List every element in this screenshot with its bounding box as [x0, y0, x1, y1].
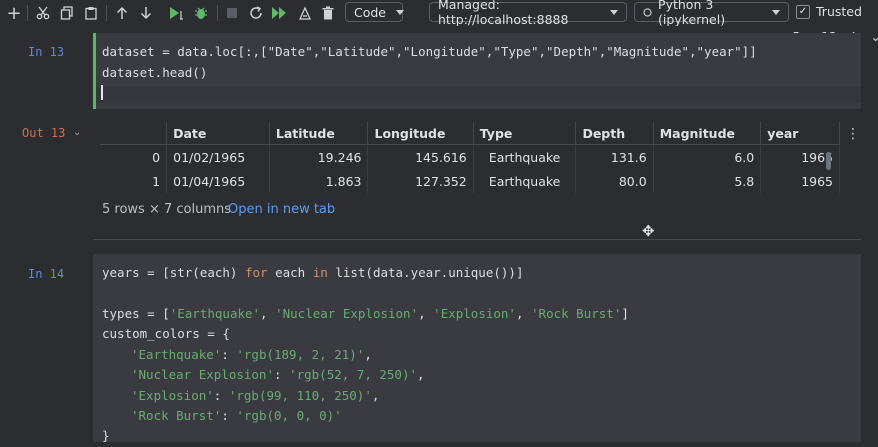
table-cell: 19.246 [269, 144, 369, 169]
code-line: dataset.head() [102, 65, 208, 80]
cell-14-in-prompt: In 14 [28, 267, 65, 281]
dataframe-table: Date Latitude Longitude Type Depth Magnitude y… [100, 122, 840, 193]
table-cell: 0 [100, 144, 168, 169]
table-cell: Earthquake [473, 169, 577, 193]
cut-icon[interactable] [35, 3, 51, 23]
column-header[interactable]: Latitude [269, 122, 369, 145]
more-options-icon[interactable]: ⋮ [846, 127, 860, 141]
kernel-value: Python 3 (ipykernel) [658, 0, 726, 27]
table-row: 1 01/04/1965 1.863 127.352 Earthquake 80.0 5.8… [100, 169, 840, 193]
notebook-toolbar: + Code Managed: http://localhost:8888 Py… [0, 0, 878, 27]
stop-icon[interactable] [225, 3, 239, 23]
dataframe-summary: 5 rows × 7 columns [102, 202, 232, 217]
run-all-icon[interactable] [271, 3, 289, 23]
column-header[interactable]: Date [166, 122, 270, 145]
code-line: 'Earthquake': 'rgb(189, 2, 21)', [131, 347, 372, 362]
table-row: 0 01/02/1965 19.246 145.616 Earthquake 131.6 6… [100, 144, 840, 169]
table-cell: 145.616 [367, 144, 474, 169]
column-header[interactable]: year [760, 122, 840, 145]
chevron-down-icon[interactable]: ⌄ [871, 30, 878, 44]
code-line: 'Explosion': 'rgb(99, 110, 250)', [131, 388, 380, 403]
cell-type-dropdown[interactable]: Code [345, 2, 405, 22]
column-header[interactable]: Longitude [367, 122, 474, 145]
code-line: 'Rock Burst': 'rgb(0, 0, 0)' [131, 408, 342, 423]
code-line: } [102, 428, 110, 443]
chevron-down-icon [396, 9, 405, 15]
chevron-down-icon [610, 9, 618, 15]
code-line: types = ['Earthquake', 'Nuclear Explosio… [102, 306, 629, 321]
column-header[interactable] [100, 122, 168, 145]
table-cell: 80.0 [575, 169, 654, 193]
clear-outputs-icon[interactable] [297, 3, 313, 23]
table-cell: 1.863 [269, 169, 369, 193]
column-header[interactable]: Depth [575, 122, 654, 145]
copy-icon[interactable] [59, 3, 75, 23]
toolbar-separator [27, 5, 28, 21]
code-line: years = [str(each) for each in list(data… [102, 265, 524, 280]
table-cell: 131.6 [575, 144, 654, 169]
cell-13-current-line [93, 87, 861, 103]
paste-icon[interactable] [83, 3, 99, 23]
table-cell: 01/04/1965 [166, 169, 270, 193]
code-line: 'Nuclear Explosion': 'rgb(52, 7, 250)', [131, 367, 425, 382]
trusted-label: Trusted [816, 4, 862, 19]
debug-icon[interactable] [193, 3, 209, 23]
table-cell: 5.8 [653, 169, 762, 193]
table-cell: Earthquake [473, 144, 577, 169]
chevron-down-icon [772, 9, 780, 15]
cell-type-value: Code [354, 4, 387, 20]
kernel-dropdown[interactable]: Python 3 (ipykernel) [634, 0, 789, 27]
trusted-toggle[interactable]: ✓ Trusted [796, 4, 862, 19]
cell-13-in-prompt: In 13 [28, 45, 65, 59]
active-cell-indicator [93, 33, 96, 109]
output-divider [93, 239, 861, 240]
table-cell: 01/02/1965 [166, 144, 270, 169]
jupyter-server-dropdown[interactable]: Managed: http://localhost:8888 [429, 0, 627, 27]
code-line: dataset = data.loc[:,["Date","Latitude",… [102, 44, 757, 59]
toolbar-separator [106, 5, 107, 21]
toolbar-separator [217, 5, 218, 21]
table-cell: 1 [100, 169, 168, 193]
text-cursor [101, 84, 103, 105]
code-line: custom_colors = { [102, 326, 230, 341]
collapse-output-icon[interactable]: ⌄ [73, 127, 81, 138]
table-scrollbar[interactable] [826, 152, 831, 170]
open-in-new-tab-link[interactable]: Open in new tab [228, 202, 335, 217]
move-cursor-icon: ✥ [642, 222, 655, 240]
check-icon[interactable]: ✓ [796, 4, 810, 19]
table-cell: 127.352 [367, 169, 474, 193]
table-cell: 6.0 [653, 144, 762, 169]
cell-13-out-prompt: Out 13 [22, 126, 66, 140]
jupyter-server-value: Managed: http://localhost:8888 [438, 0, 569, 27]
add-cell-icon[interactable]: + [6, 3, 22, 24]
move-up-icon[interactable] [114, 3, 130, 23]
kernel-status-icon [643, 7, 652, 17]
column-header[interactable]: Magnitude [653, 122, 762, 145]
restart-icon[interactable] [248, 3, 264, 23]
move-down-icon[interactable] [138, 3, 154, 23]
table-cell: 1965 [760, 169, 840, 193]
column-header[interactable]: Type [473, 122, 577, 145]
run-cell-icon[interactable] [168, 3, 186, 23]
delete-icon[interactable] [320, 3, 336, 23]
